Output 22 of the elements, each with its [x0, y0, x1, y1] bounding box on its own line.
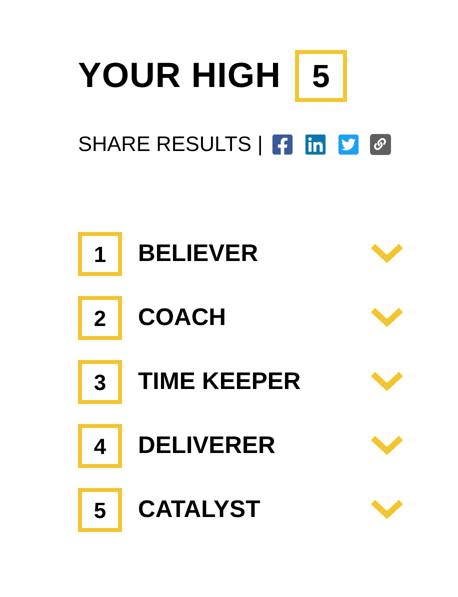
- strength-name: CATALYST: [138, 495, 262, 525]
- page-title: YOUR HIGH: [78, 55, 281, 97]
- strength-name: TIME KEEPER: [138, 367, 302, 397]
- bird-icon[interactable]: [336, 132, 360, 156]
- strength-name: COACH: [138, 303, 227, 333]
- chevron-icon[interactable]: [370, 371, 404, 393]
- rank-badge: 4: [78, 424, 122, 468]
- linkedin-icon[interactable]: [304, 132, 327, 156]
- share-label: SHARE RESULTS |: [78, 132, 263, 158]
- facebook-icon[interactable]: [270, 132, 294, 156]
- strength-name: BELIEVER: [138, 239, 260, 269]
- rank-badge: 3: [78, 360, 122, 404]
- link-icon[interactable]: [370, 134, 391, 155]
- chevron-icon[interactable]: [370, 435, 404, 457]
- rank-badge: 1: [78, 232, 122, 276]
- rank-badge: 2: [78, 296, 122, 340]
- chevron-icon[interactable]: [370, 243, 404, 265]
- count-badge: 5: [294, 50, 347, 102]
- chevron-icon[interactable]: [370, 307, 404, 329]
- chevron-icon[interactable]: [370, 499, 404, 521]
- strength-name: DELIVERER: [138, 431, 276, 461]
- rank-badge: 5: [78, 488, 122, 532]
